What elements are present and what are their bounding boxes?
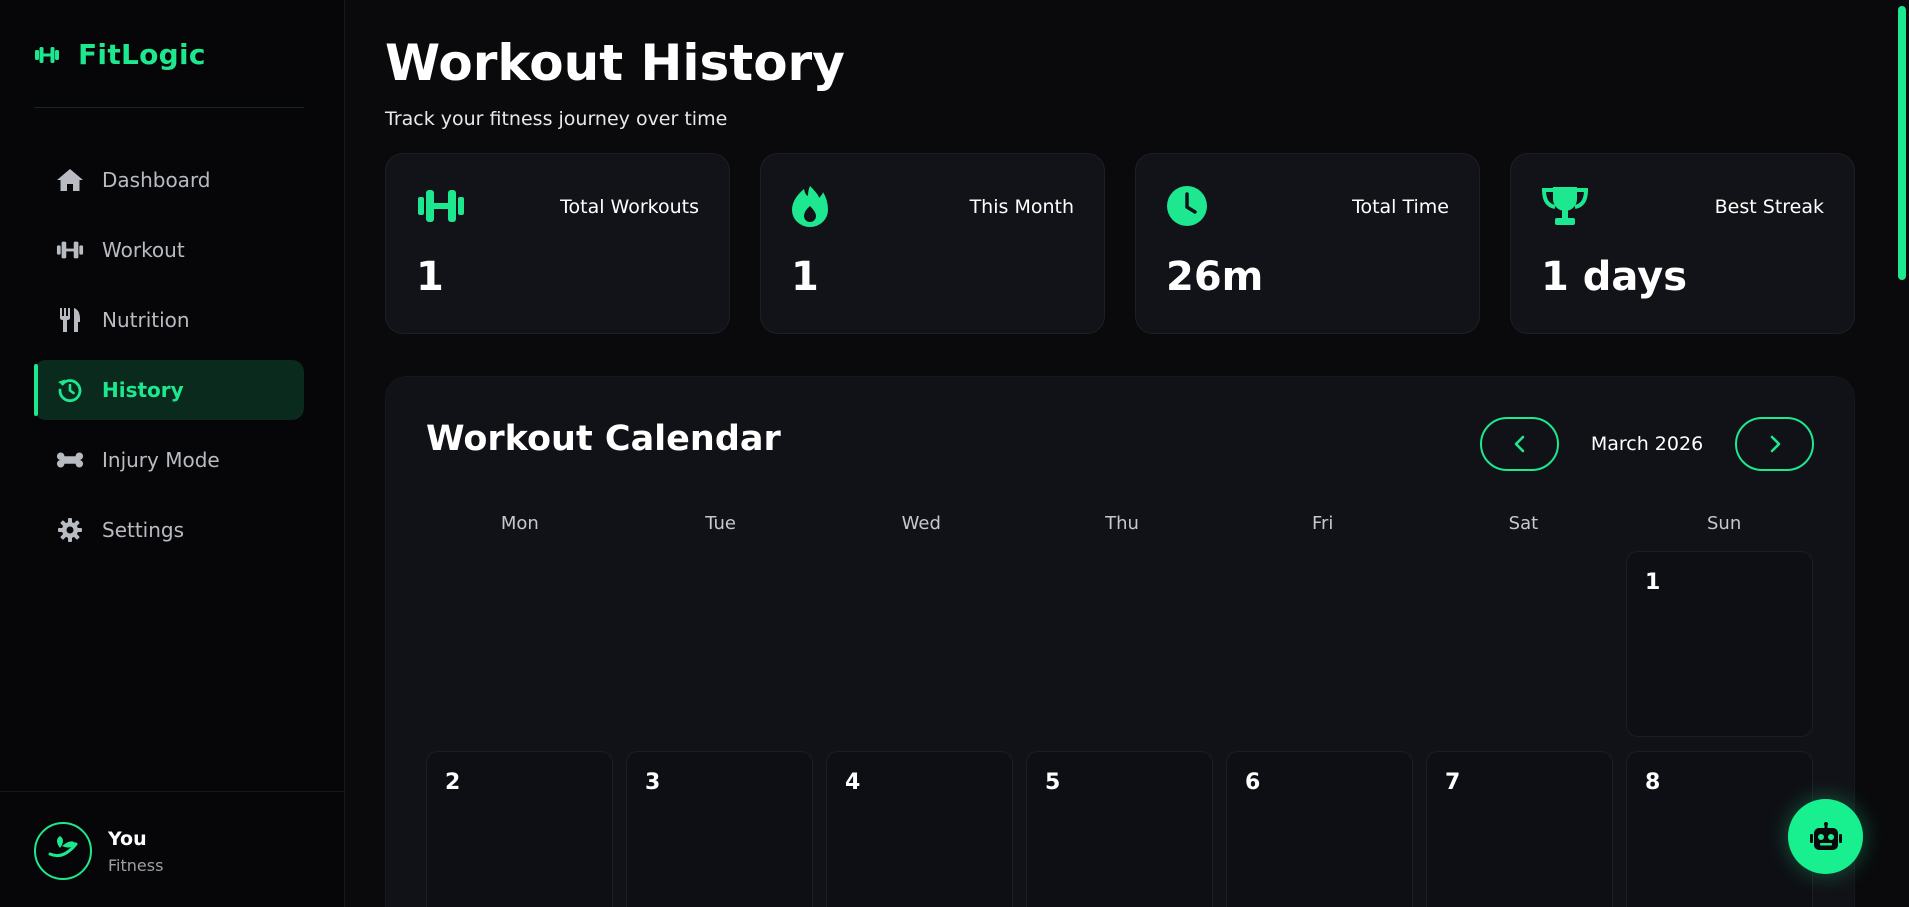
brand-name: FitLogic xyxy=(78,38,206,71)
app-root: FitLogic Dashboard Workout Nutrition His… xyxy=(0,0,1909,907)
avatar-leaf-icon xyxy=(48,836,78,858)
robot-icon xyxy=(1809,821,1842,850)
calendar-day-empty xyxy=(1426,551,1613,737)
weekday-label: Wed xyxy=(901,513,941,534)
sidebar-item-label: Injury Mode xyxy=(102,448,220,472)
calendar-title: Workout Calendar xyxy=(426,419,781,459)
calendar-day[interactable]: 1 xyxy=(1626,551,1813,737)
calendar-day[interactable]: 7 xyxy=(1426,751,1613,907)
page-subtitle: Track your fitness journey over time xyxy=(385,108,728,130)
workout-calendar: Workout Calendar March 2026 Mon Tue Wed xyxy=(385,376,1855,907)
sidebar-item-label: History xyxy=(102,378,184,402)
weekday-label: Fri xyxy=(1311,513,1334,534)
dumbbell-icon xyxy=(34,42,60,68)
chevron-left-icon xyxy=(1514,435,1524,453)
page-scrollbar[interactable] xyxy=(1895,0,1909,907)
calendar-day-empty xyxy=(1226,551,1413,737)
trophy-icon xyxy=(1541,184,1591,228)
stat-label: Best Streak xyxy=(1714,196,1824,218)
next-month-button[interactable] xyxy=(1735,417,1814,471)
gear-icon xyxy=(56,516,84,544)
calendar-days-grid: 1 2 3 4 5 6 7 8 xyxy=(426,551,1818,907)
stat-card-best-streak: Best Streak 1 days xyxy=(1510,153,1855,334)
stat-card-total-time: Total Time 26m xyxy=(1135,153,1480,334)
calendar-day[interactable]: 4 xyxy=(826,751,1013,907)
calendar-month: March 2026 xyxy=(1590,433,1704,455)
weekday-label: Thu xyxy=(1105,513,1139,534)
stats-row: Total Workouts 1 This Month 1 Total Time… xyxy=(385,153,1855,334)
main-content: Workout History Track your fitness journ… xyxy=(345,0,1909,907)
ai-assistant-button[interactable] xyxy=(1788,799,1863,874)
dumbbell-icon xyxy=(416,184,466,228)
stat-label: Total Workouts xyxy=(560,196,699,218)
weekday-header: Mon Tue Wed Thu Fri Sat Sun xyxy=(426,513,1818,534)
calendar-day[interactable]: 6 xyxy=(1226,751,1413,907)
stat-label: Total Time xyxy=(1352,196,1449,218)
prev-month-button[interactable] xyxy=(1480,417,1559,471)
stat-value: 1 days xyxy=(1541,254,1688,300)
stat-value: 26m xyxy=(1166,254,1264,300)
sidebar-item-workout[interactable]: Workout xyxy=(34,220,304,280)
profile-divider xyxy=(0,791,345,792)
weekday-label: Tue xyxy=(705,513,736,534)
calendar-day[interactable]: 8 xyxy=(1626,751,1813,907)
calendar-day-empty xyxy=(1026,551,1213,737)
weekday-label: Sun xyxy=(1707,513,1742,534)
user-profile[interactable]: You Fitness xyxy=(34,822,163,880)
stat-value: 1 xyxy=(416,254,444,300)
calendar-day-empty xyxy=(626,551,813,737)
stat-label: This Month xyxy=(969,196,1074,218)
calendar-day-empty xyxy=(426,551,613,737)
dumbbell-icon xyxy=(56,236,84,264)
home-icon xyxy=(56,166,84,194)
sidebar-item-injury-mode[interactable]: Injury Mode xyxy=(34,430,304,490)
sidebar-item-dashboard[interactable]: Dashboard xyxy=(34,150,304,210)
sidebar-nav: Dashboard Workout Nutrition History Inju… xyxy=(34,150,304,570)
scrollbar-thumb[interactable] xyxy=(1898,6,1906,280)
sidebar-item-label: Workout xyxy=(102,238,185,262)
utensils-icon xyxy=(56,306,84,334)
stat-card-this-month: This Month 1 xyxy=(760,153,1105,334)
calendar-day[interactable]: 3 xyxy=(626,751,813,907)
history-icon xyxy=(56,376,84,404)
sidebar: FitLogic Dashboard Workout Nutrition His… xyxy=(0,0,345,907)
sidebar-item-history[interactable]: History xyxy=(34,360,304,420)
weekday-label: Sat xyxy=(1508,513,1539,534)
brand[interactable]: FitLogic xyxy=(34,38,206,71)
sidebar-item-label: Settings xyxy=(102,518,185,542)
profile-role: Fitness xyxy=(108,855,164,875)
sidebar-item-label: Nutrition xyxy=(102,308,190,332)
profile-text: You Fitness xyxy=(108,828,163,875)
calendar-day-empty xyxy=(826,551,1013,737)
calendar-day[interactable]: 5 xyxy=(1026,751,1213,907)
weekday-label: Mon xyxy=(500,513,539,534)
brand-divider xyxy=(34,107,304,108)
stat-value: 1 xyxy=(791,254,819,300)
calendar-controls: March 2026 xyxy=(1480,417,1814,471)
sidebar-item-label: Dashboard xyxy=(102,168,211,192)
sidebar-item-settings[interactable]: Settings xyxy=(34,500,304,560)
fire-icon xyxy=(791,184,841,228)
avatar xyxy=(34,822,92,880)
sidebar-item-nutrition[interactable]: Nutrition xyxy=(34,290,304,350)
calendar-day[interactable]: 2 xyxy=(426,751,613,907)
clock-icon xyxy=(1166,184,1216,228)
chevron-right-icon xyxy=(1770,435,1780,453)
profile-name: You xyxy=(108,827,147,850)
stat-card-total-workouts: Total Workouts 1 xyxy=(385,153,730,334)
bone-icon xyxy=(56,446,84,474)
page-title: Workout History xyxy=(385,34,845,92)
